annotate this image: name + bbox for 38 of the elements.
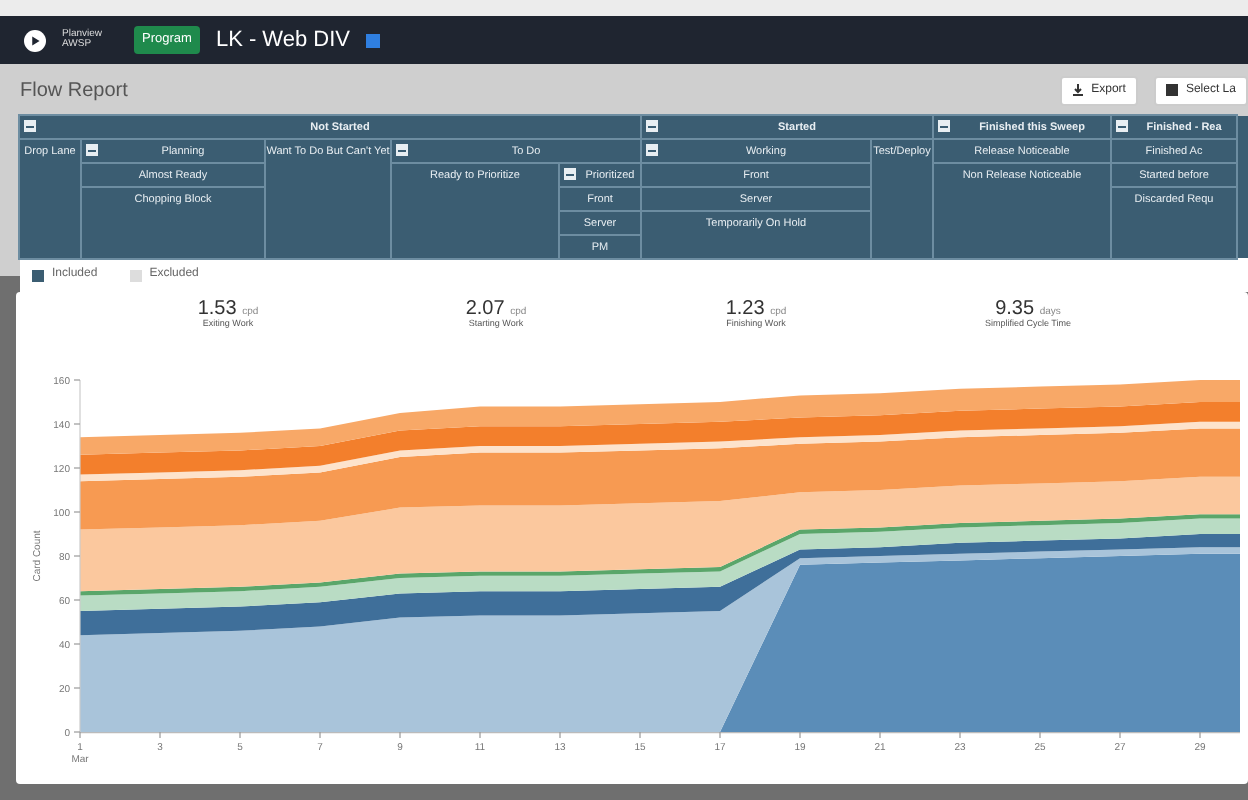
tick-mark xyxy=(959,731,961,739)
tick-mark xyxy=(319,731,321,739)
collapse-icon[interactable] xyxy=(646,144,658,156)
tick-mark xyxy=(73,423,81,425)
tick-mark xyxy=(799,731,801,739)
tick-mark xyxy=(1119,731,1121,739)
tick-mark xyxy=(73,643,81,645)
legend-swatch[interactable] xyxy=(129,269,142,281)
logo-icon xyxy=(24,29,46,51)
tick-mark xyxy=(73,687,81,689)
tick-mark xyxy=(639,731,641,739)
list-icon xyxy=(1165,84,1178,96)
tick-mark xyxy=(1039,731,1041,739)
download-icon xyxy=(1071,84,1084,96)
collapse-icon[interactable] xyxy=(396,144,408,156)
tick-mark xyxy=(879,731,881,739)
collapse-icon[interactable] xyxy=(24,120,36,132)
tick-mark xyxy=(73,555,81,557)
collapse-icon[interactable] xyxy=(564,168,576,180)
tick-mark xyxy=(73,599,81,601)
tick-mark xyxy=(239,731,241,739)
board-title: LK - Web DIV xyxy=(215,25,350,56)
collapse-icon[interactable] xyxy=(646,120,658,132)
legend-swatch[interactable] xyxy=(32,269,44,281)
tick-mark xyxy=(559,731,561,739)
collapse-icon[interactable] xyxy=(1116,120,1128,132)
collapse-icon[interactable] xyxy=(938,120,950,132)
collapse-icon[interactable] xyxy=(86,144,98,156)
tick-mark xyxy=(399,731,401,739)
tick-mark xyxy=(719,731,721,739)
tick-mark xyxy=(479,731,481,739)
tick-mark xyxy=(1199,731,1201,739)
page-title: Flow Report xyxy=(20,77,128,105)
tick-mark xyxy=(73,379,81,381)
tick-mark xyxy=(73,467,81,469)
tick-mark xyxy=(159,731,161,739)
board-icon xyxy=(366,33,380,47)
tick-mark xyxy=(73,511,81,513)
